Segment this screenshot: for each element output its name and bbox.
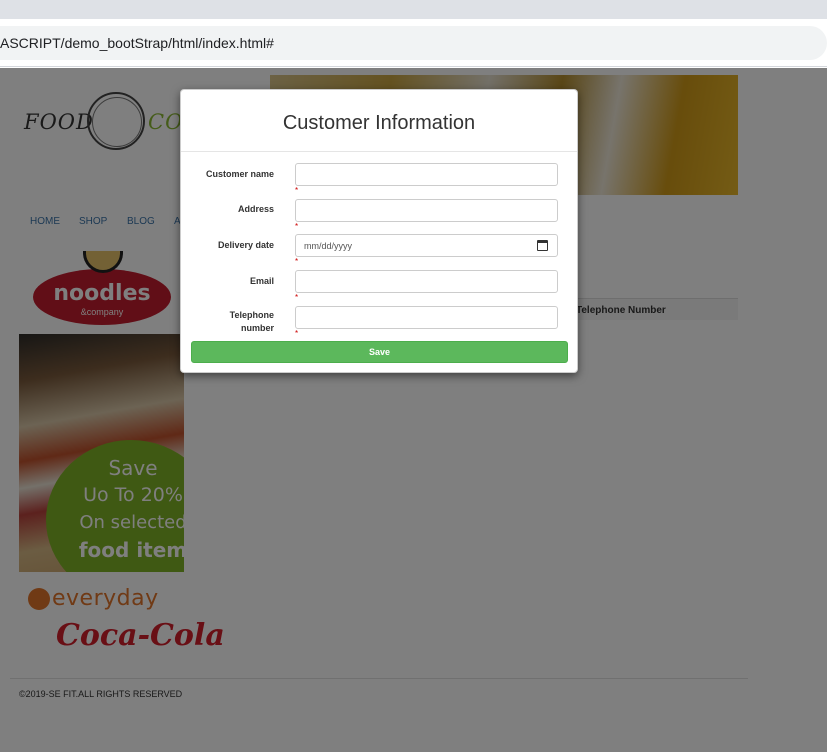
modal-title: Customer Information: [282, 112, 476, 134]
save-button[interactable]: Save: [191, 341, 568, 363]
customer-name-required-mark: *: [295, 186, 299, 195]
delivery-date-required-mark: *: [295, 257, 299, 266]
delivery-date-row: Delivery date mm/dd/yyyy *: [181, 234, 577, 266]
browser-tab-strip: [0, 0, 827, 19]
address-bar-url[interactable]: ASCRIPT/demo_bootStrap/html/index.html#: [0, 35, 274, 51]
email-row: Email *: [181, 270, 577, 302]
delivery-date-label: Delivery date: [217, 240, 274, 250]
modal-header: Customer Information: [181, 90, 577, 152]
customer-name-label: Customer name: [205, 169, 274, 179]
delivery-date-placeholder: mm/dd/yyyy: [304, 241, 353, 251]
address-required-mark: *: [295, 222, 299, 231]
telephone-required-mark: *: [295, 329, 299, 338]
telephone-input[interactable]: [295, 306, 558, 329]
calendar-icon[interactable]: [537, 240, 548, 251]
address-bar[interactable]: ASCRIPT/demo_bootStrap/html/index.html#: [0, 26, 827, 60]
email-label: Email: [249, 276, 274, 286]
telephone-label: Telephone: [229, 310, 274, 320]
email-required-mark: *: [295, 293, 299, 302]
telephone-row: Telephone number *: [181, 306, 577, 338]
browser-toolbar: ASCRIPT/demo_bootStrap/html/index.html#: [0, 19, 827, 67]
address-input[interactable]: [295, 199, 558, 222]
customer-name-row: Customer name *: [181, 163, 577, 195]
address-label: Address: [237, 204, 274, 214]
customer-info-modal: Customer Information Customer name * Add…: [180, 89, 578, 373]
email-input[interactable]: [295, 270, 558, 293]
telephone-label-line2: number: [240, 323, 274, 333]
customer-name-input[interactable]: [295, 163, 558, 186]
delivery-date-input[interactable]: mm/dd/yyyy: [295, 234, 558, 257]
address-row: Address *: [181, 199, 577, 231]
